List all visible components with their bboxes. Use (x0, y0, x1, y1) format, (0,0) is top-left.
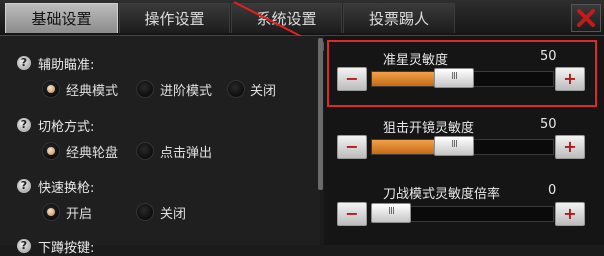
option-label: 点击弹出 (160, 146, 213, 161)
option-label: 关闭 (160, 207, 187, 222)
help-icon[interactable]: ? (17, 239, 31, 253)
radio-aim-off[interactable] (227, 80, 245, 98)
highlight-box (327, 40, 597, 107)
decrease-button[interactable]: − (337, 135, 367, 159)
setting-title: 快速换枪: (38, 181, 95, 196)
setting-title: 切枪方式: (38, 120, 95, 135)
option-label: 经典轮盘 (66, 146, 119, 161)
tab-basic-settings[interactable]: 基础设置 (5, 3, 118, 33)
radio-aim-advanced[interactable] (136, 80, 154, 98)
increase-button[interactable]: + (555, 135, 585, 159)
slider-label: 狙击开镜灵敏度 (383, 121, 475, 136)
option-label: 开启 (66, 207, 93, 222)
option-label: 进阶模式 (160, 84, 213, 99)
radio-quickswap-on[interactable] (42, 203, 60, 221)
slider-thumb[interactable] (434, 136, 474, 156)
help-icon[interactable]: ? (17, 56, 31, 70)
scrollbar[interactable] (318, 38, 323, 190)
tab-vote-kick[interactable]: 投票踢人 (343, 3, 455, 33)
increase-button[interactable]: + (555, 202, 585, 226)
setting-title: 下蹲按键: (38, 241, 95, 256)
basic-settings-panel: ? 辅助瞄准: 经典模式 进阶模式 关闭 ? 切枪方式: 经典轮盘 点击弹出 ?… (0, 36, 320, 256)
option-label: 经典模式 (66, 84, 119, 99)
radio-switch-wheel[interactable] (42, 142, 60, 160)
radio-quickswap-off[interactable] (136, 203, 154, 221)
decrease-button[interactable]: − (337, 202, 367, 226)
tab-operation-settings[interactable]: 操作设置 (119, 3, 230, 33)
close-x-icon (577, 9, 595, 27)
option-label: 关闭 (250, 84, 277, 99)
help-icon[interactable]: ? (17, 179, 31, 193)
slider-value: 0 (548, 183, 557, 198)
help-icon[interactable]: ? (17, 118, 31, 132)
setting-title: 辅助瞄准: (38, 58, 95, 73)
radio-aim-classic[interactable] (42, 80, 60, 98)
slider-label: 刀战模式灵敏度倍率 (383, 187, 501, 202)
radio-switch-popup[interactable] (136, 142, 154, 160)
slider-value: 50 (540, 117, 557, 132)
slider-thumb[interactable] (371, 203, 411, 223)
close-button[interactable] (571, 4, 601, 32)
